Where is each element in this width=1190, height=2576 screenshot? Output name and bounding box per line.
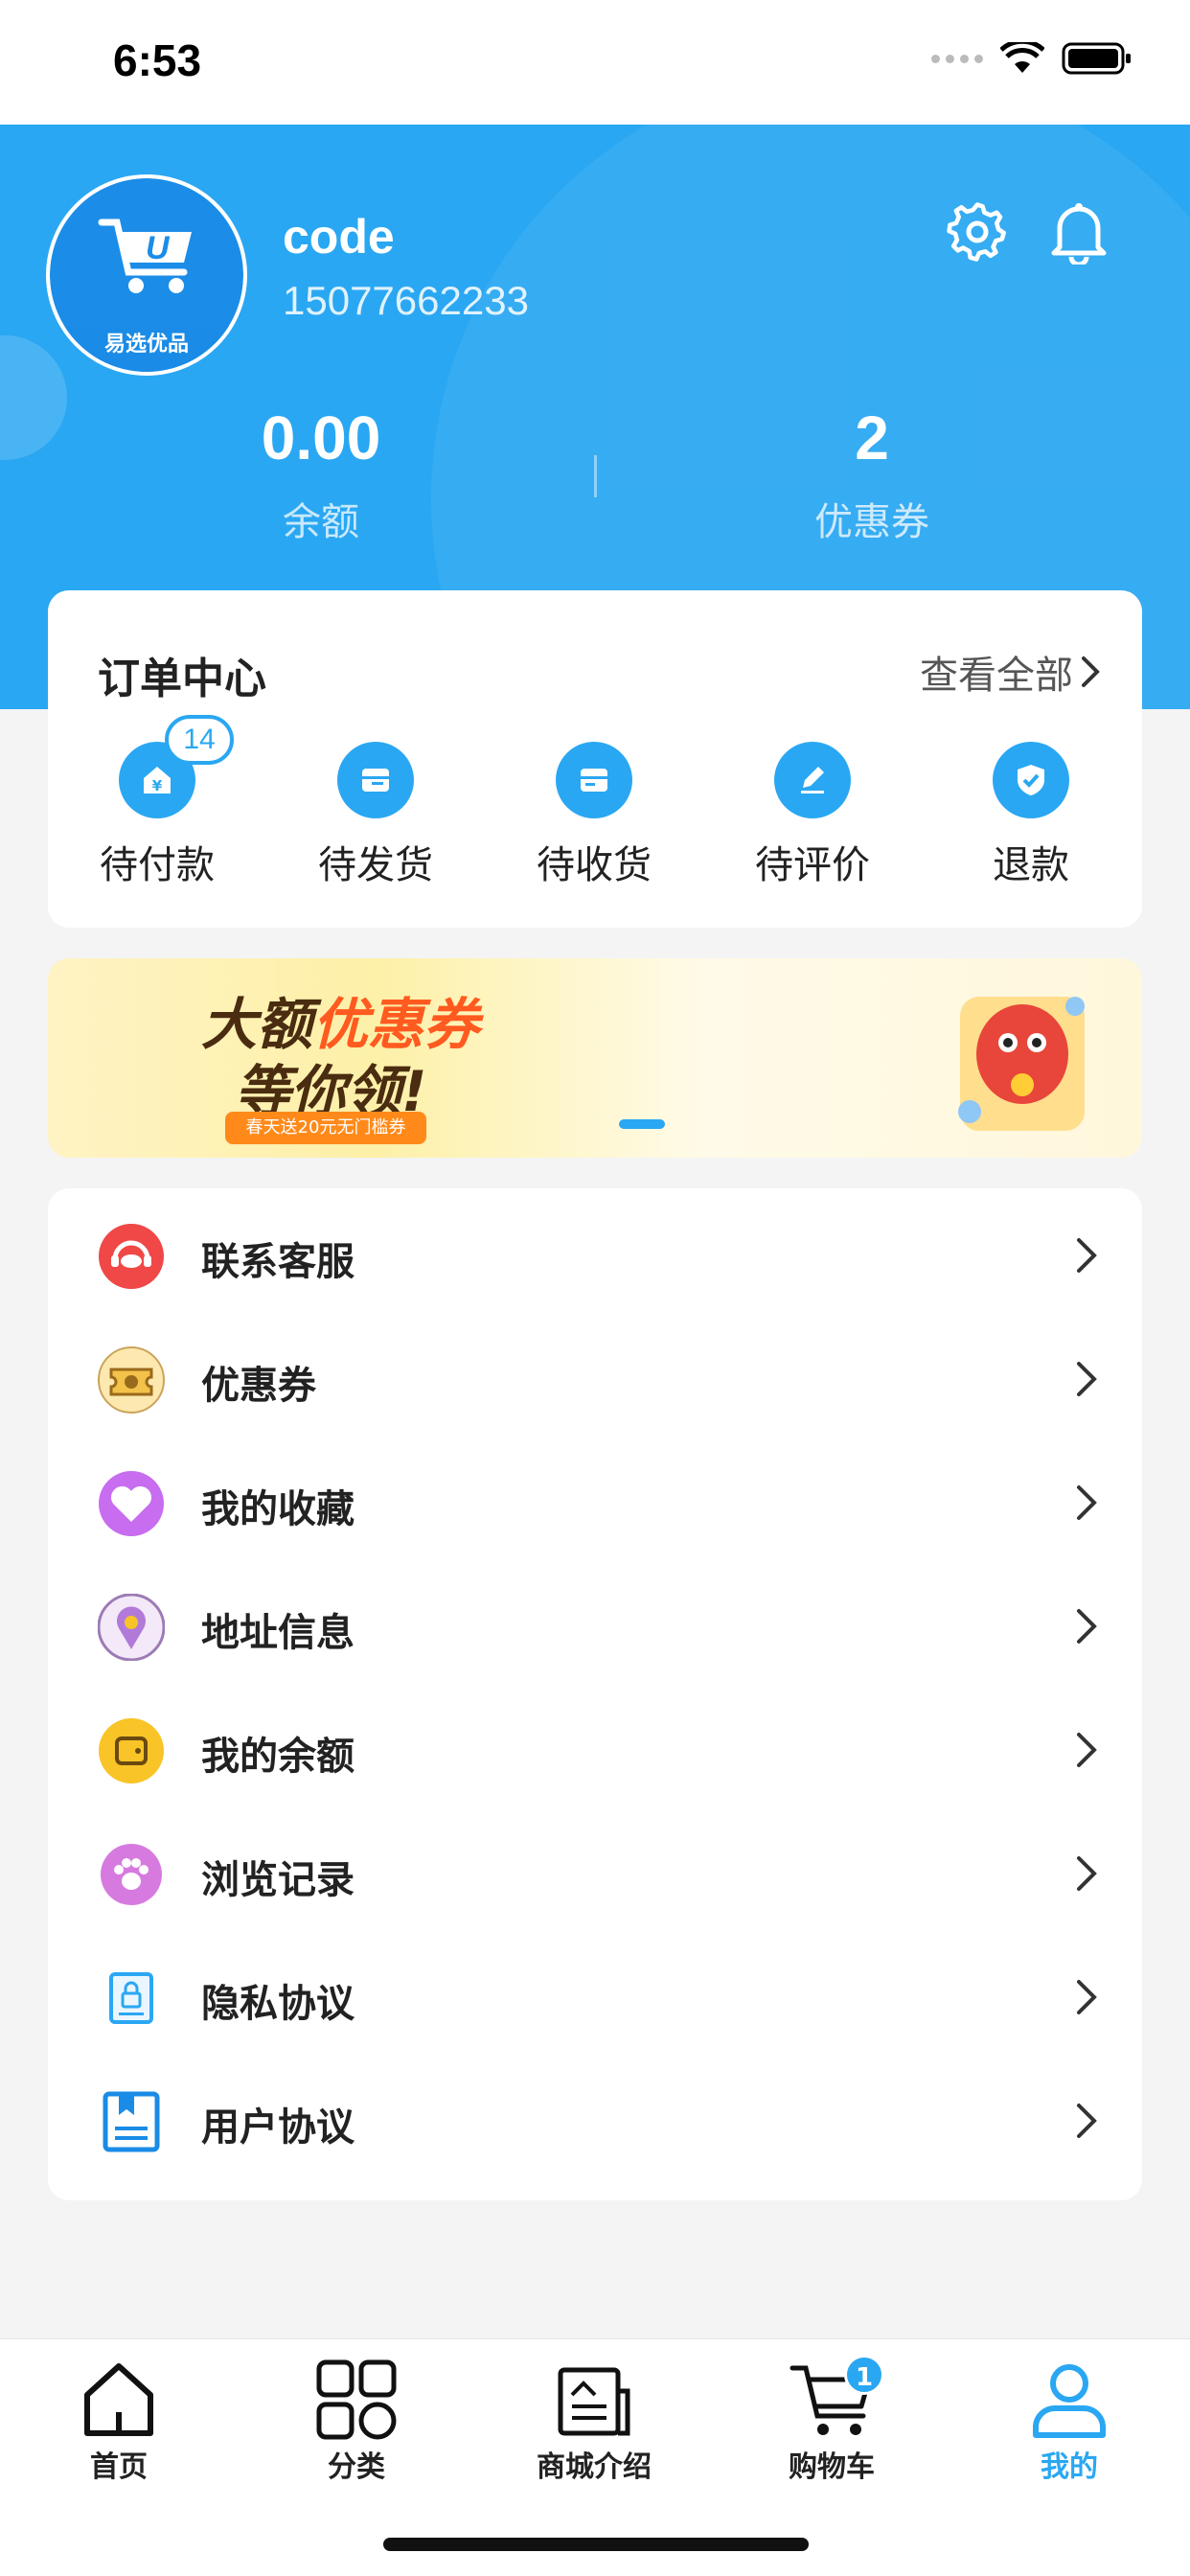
user-name: code [283,210,395,264]
footprint-icon [101,1844,162,1905]
balance-label: 余额 [283,500,359,544]
tab-label: 购物车 [789,2450,875,2484]
pending-payment-badge: 14 [165,715,234,765]
svg-text:¥: ¥ [152,777,163,794]
order-status-list: ¥ 14 待付款 待发货 待收货 待评价 退款 [48,715,1142,889]
customer-service-icon [99,1224,164,1289]
status-indicators [931,42,1133,75]
order-status-label: 待发货 [318,843,433,887]
box-icon [337,742,414,818]
menu-label: 地址信息 [201,1611,355,1655]
menu-label: 用户协议 [201,2105,355,2150]
menu-item-history[interactable]: 浏览记录 [48,1806,1142,1930]
chevron-right-icon [1077,1238,1097,1273]
order-center-title: 订单中心 [98,655,266,703]
truck-icon [556,742,632,818]
coupon-icon [98,1346,165,1414]
mall-intro-icon [558,2367,630,2436]
tab-mall-intro[interactable]: 商城介绍 [475,2357,713,2485]
menu-label: 优惠券 [201,1364,316,1408]
settings-icon[interactable] [945,199,1010,264]
wifi-icon [1000,42,1044,73]
menu-list: 联系客服 优惠券 我的收藏 地址信息 我的余额 浏览记录 隐私协议 用户协议 [48,1188,1142,2200]
avatar-brand-text: 易选优品 [50,326,243,372]
menu-label: 我的余额 [201,1735,355,1779]
menu-item-privacy-policy[interactable]: 隐私协议 [48,1930,1142,2054]
tab-home[interactable]: 首页 [0,2357,238,2485]
pen-icon [774,742,851,818]
order-pending-shipment[interactable]: 待发货 [266,742,485,889]
shield-icon [993,742,1069,818]
category-icon [316,2359,397,2440]
order-pending-review[interactable]: 待评价 [703,742,922,889]
shopping-cart-logo-icon: U [98,218,192,293]
user-phone: 15077662233 [283,278,529,323]
balance-value: 0.00 [261,403,381,472]
order-status-label: 待收货 [537,843,652,887]
view-all-label: 查看全部 [920,654,1073,698]
balance-stat[interactable]: 0.00 余额 [120,402,522,546]
order-center-card: 订单中心 查看全部 ¥ 14 待付款 待发货 待收货 待评价 退款 [48,590,1142,928]
tab-label: 首页 [90,2450,148,2484]
wallet-icon [99,1718,164,1783]
chevron-right-icon [1077,1362,1097,1396]
svg-text:U: U [146,230,171,266]
order-status-label: 待付款 [100,843,215,887]
menu-item-address[interactable]: 地址信息 [48,1559,1142,1683]
coupon-value: 2 [855,403,889,472]
home-icon [84,2363,153,2436]
avatar[interactable]: U 易选优品 [46,174,247,376]
menu-item-favorites[interactable]: 我的收藏 [48,1436,1142,1559]
chevron-right-icon [1077,1980,1097,2014]
status-bar: 6:53 [0,0,1190,125]
order-status-label: 待评价 [755,843,870,887]
menu-item-customer-service[interactable]: 联系客服 [48,1188,1142,1312]
tab-category[interactable]: 分类 [238,2357,475,2485]
view-all-orders-link[interactable]: 查看全部 [920,644,1100,700]
notification-bell-icon[interactable] [1046,199,1111,264]
coupon-stat[interactable]: 2 优惠券 [671,402,1073,546]
menu-label: 隐私协议 [201,1982,355,2026]
stat-divider [594,455,597,497]
promo-banner[interactable]: 大额优惠券 等你领! 春天送20元无门槛券 [48,958,1142,1158]
chevron-right-icon [1077,1485,1097,1520]
chevron-right-icon [1077,1609,1097,1644]
banner-tagline: 春天送20元无门槛券 [225,1112,426,1144]
cart-count-badge: 1 [844,2355,884,2395]
menu-item-balance[interactable]: 我的余额 [48,1683,1142,1806]
mascot-illustration [958,997,1085,1131]
order-status-label: 退款 [993,843,1069,887]
battery-icon [1062,42,1131,75]
tab-mine[interactable]: 我的 [950,2357,1188,2485]
menu-item-coupons[interactable]: 优惠券 [48,1312,1142,1436]
chevron-right-icon [1077,2104,1097,2138]
tab-cart[interactable]: 1 购物车 [713,2355,950,2485]
heart-icon [99,1471,164,1536]
location-icon [98,1594,165,1661]
menu-label: 联系客服 [201,1240,355,1284]
coupon-label: 优惠券 [814,500,929,544]
order-refund[interactable]: 退款 [922,742,1140,889]
status-time: 6:53 [113,35,202,85]
tab-label: 我的 [1041,2450,1098,2484]
signal-icon [931,54,983,63]
tab-label: 商城介绍 [537,2450,652,2484]
user-icon [1033,2364,1106,2438]
privacy-icon [109,1972,153,2024]
agreement-icon [103,2091,160,2152]
menu-label: 我的收藏 [201,1487,355,1531]
cart-icon-wrap: 1 [789,2355,884,2443]
tab-label: 分类 [328,2450,385,2484]
chevron-right-icon [1077,1856,1097,1891]
order-pending-payment[interactable]: ¥ 14 待付款 [48,715,266,889]
order-pending-receipt[interactable]: 待收货 [485,742,703,889]
carousel-indicator [619,1119,665,1129]
home-indicator[interactable] [383,2538,809,2551]
menu-label: 浏览记录 [201,1858,355,1902]
chevron-right-icon [1077,1733,1097,1767]
menu-item-user-agreement[interactable]: 用户协议 [48,2054,1142,2177]
chevron-right-icon [1082,656,1100,687]
